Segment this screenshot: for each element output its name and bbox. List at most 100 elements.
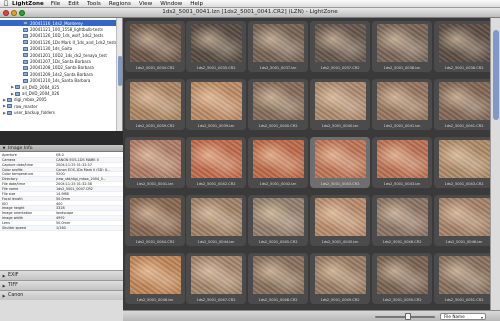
thumbnail[interactable]: 1ds2_5001_0038.lzn (372, 21, 432, 72)
folder-icon (7, 97, 12, 102)
disclosure-triangle-icon[interactable]: ▶ (0, 284, 8, 288)
thumbnail[interactable]: 1ds2_5001_0041.lzn (372, 79, 432, 130)
app-menu[interactable]: LightZone (12, 1, 44, 7)
tree-item[interactable]: 20041126_1Ds Mark II_1ds_and_1ds2_tests (18, 39, 117, 45)
tree-item[interactable]: ▶ raw_master (2, 103, 37, 109)
thumbnail[interactable]: 1ds2_5001_0049.CR2 (310, 253, 370, 304)
info-value: 50.0mm (56, 220, 71, 225)
tree-item-label: 20041116_1ds2_Monterey (30, 20, 83, 26)
tree-item[interactable]: 20041121_100_1558_lightbulb-tests (18, 26, 103, 32)
photo-image (315, 256, 366, 294)
thumbnail[interactable]: 1ds2_5001_0050.CR2 (372, 253, 432, 304)
menu-help[interactable]: Help (190, 1, 203, 7)
folder-icon (23, 53, 28, 58)
menu-view[interactable]: View (139, 1, 152, 7)
thumbnail[interactable]: 1ds2_5001_0034.CR2 (125, 21, 185, 72)
tree-item[interactable]: ▶ digi_mbox_2005 (2, 97, 47, 103)
thumbnail[interactable]: 1ds2_5001_0040.CR2 (248, 79, 308, 130)
thumbnail[interactable]: 1ds2_5001_0035.CR2 (186, 21, 246, 72)
apple-logo-icon[interactable]:  (0, 0, 12, 7)
tree-item[interactable]: 20041126_10D_1ds_wolf_1ds2_tests (18, 33, 103, 39)
grid-scrollbar-thumb[interactable] (493, 30, 499, 120)
tree-item[interactable]: ▶ all_DVD_2004_025 (10, 84, 59, 90)
section-tiff[interactable]: ▶ TIFF (0, 280, 123, 290)
folder-tree[interactable]: 20041116_1ds2_Monterey 20041121_100_1558_… (0, 18, 123, 131)
tree-item[interactable]: 20041116_1ds2_Monterey (0, 20, 117, 27)
info-value: landscape (56, 211, 74, 216)
tree-scrollbar[interactable] (116, 18, 122, 131)
thumbnail[interactable]: 1ds2_5001_0046.lzn (125, 253, 185, 304)
tree-item[interactable]: 20041210_1ds_Santa Barbara (18, 78, 90, 84)
thumbnail[interactable]: 1ds2_5001_0043.lzn (372, 137, 432, 188)
thumbnail[interactable]: 1ds2_5001_0044.CR2 (125, 195, 185, 246)
photo-image (253, 198, 304, 236)
thumbnail[interactable]: 1ds2_5001_0041.lzn (125, 137, 185, 188)
tree-item[interactable]: 20041209_1ds2_Santa Barbara (18, 71, 93, 77)
window-titlebar: 1ds2_5001_0041.lzn [1ds2_5001_0041.CR2] … (0, 8, 500, 18)
thumbnail[interactable]: 1ds2_5001_0037.lzn (248, 21, 308, 72)
tree-item-label: 20041126_10D_1ds_wolf_1ds2_tests (30, 33, 104, 39)
thumbnail[interactable]: 1ds2_5001_0042.CR2 (186, 137, 246, 188)
thumbnail[interactable]: 1ds2_5001_0040.lzn (310, 79, 370, 130)
thumbnail[interactable]: 1ds2_5001_0046.lzn (434, 195, 494, 246)
tree-item[interactable]: 20041208_10D2_Santa Barbara (18, 65, 94, 71)
thumbnail[interactable]: 1ds2_5001_0043.CR2 (434, 137, 494, 188)
info-value: 1/160 (56, 225, 66, 230)
image-info-title: Image Info (8, 145, 33, 151)
thumbnail[interactable]: 1ds2_5001_0045.CR2 (248, 195, 308, 246)
thumbnail-label: 1ds2_5001_0039.CR2 (135, 124, 175, 128)
menu-tools[interactable]: Tools (87, 1, 101, 7)
thumbnail[interactable]: 1ds2_5001_0039.CR2 (125, 79, 185, 130)
disclosure-triangle-icon[interactable]: ▼ (0, 146, 8, 150)
menu-edit[interactable]: Edit (68, 1, 79, 7)
thumbnail-label: 1ds2_5001_0046.lzn (445, 240, 483, 244)
thumbnail[interactable]: 1ds2_5001_0051.CR2 (434, 253, 494, 304)
thumbnail[interactable]: 1ds2_5001_0046.CR2 (372, 195, 432, 246)
thumbnail[interactable]: 1ds2_5001_0042.lzn (248, 137, 308, 188)
info-value: 2004:11:25 01:32:37 (56, 162, 92, 167)
section-canon[interactable]: ▶ Canon (0, 290, 123, 300)
thumbnail[interactable]: 1ds2_5001_0041.CR2 (434, 79, 494, 130)
disclosure-triangle-icon[interactable]: ▶ (0, 274, 8, 278)
tree-item-label: 20041210_1ds_Santa Barbara (30, 78, 91, 84)
tree-scrollbar-thumb[interactable] (118, 56, 122, 86)
thumbnail-label: 1ds2_5001_0041.lzn (383, 124, 421, 128)
folder-icon (23, 59, 28, 64)
thumbnail[interactable]: 1ds2_5001_0047.CR2 (186, 253, 246, 304)
thumbnail[interactable]: 1ds2_5001_0038.CR2 (434, 21, 494, 72)
disclosure-triangle-icon[interactable]: ▶ (0, 294, 8, 298)
photo-image (439, 140, 490, 178)
tree-item[interactable]: 20041201_10D2_1ds_ds2_tenaya_test (18, 52, 107, 58)
info-key: ISO (2, 201, 8, 206)
thumbnail[interactable]: 1ds2_5001_0045.lzn (310, 195, 370, 246)
thumbnail[interactable]: 1ds2_5001_0037.CR2 (310, 21, 370, 72)
menu-window[interactable]: Window (160, 1, 182, 7)
photo-image (253, 140, 304, 178)
thumbnail-label: 1ds2_5001_0041.CR2 (444, 124, 484, 128)
photo-image (253, 24, 304, 62)
info-key: File date/time (2, 182, 26, 186)
thumbnail[interactable]: 1ds2_5001_0044.lzn (186, 195, 246, 246)
thumbnail[interactable]: 1ds2_5001_0039.lzn (186, 79, 246, 130)
grid-scrollbar[interactable] (490, 18, 500, 310)
section-exif[interactable]: ▶ EXIF (0, 270, 123, 280)
browser-toolbar: File Name ▾ (123, 310, 500, 321)
tree-item[interactable]: 20041207_1Ds_Santa Barbara (18, 58, 91, 64)
thumbnail-label: 1ds2_5001_0043.lzn (383, 182, 421, 186)
tree-item[interactable]: ▶ all_DVD_2004_026 (10, 90, 59, 96)
info-row: Shutter speed 1/160 (0, 225, 123, 231)
thumbnail-size-knob[interactable] (405, 313, 411, 320)
thumbnail[interactable]: 1ds2_5001_0043.CR2 (310, 137, 370, 188)
thumbnail[interactable]: 1ds2_5001_0048.CR2 (248, 253, 308, 304)
chevron-down-icon: ▾ (480, 314, 483, 320)
sort-order-select[interactable]: File Name ▾ (440, 313, 486, 320)
thumbnail-label: 1ds2_5001_0045.lzn (321, 240, 359, 244)
thumbnail-label: 1ds2_5001_0037.lzn (259, 66, 297, 70)
section-tiff-label: TIFF (8, 283, 18, 288)
menu-file[interactable]: File (51, 1, 60, 7)
menu-regions[interactable]: Regions (109, 1, 131, 7)
image-info-header[interactable]: ▼ Image Info (0, 145, 123, 152)
thumbnail-grid[interactable]: 1ds2_5001_0034.CR2 1ds2_5001_0035.CR2 1ds2… (123, 18, 500, 310)
tree-item[interactable]: ▶ user_backup_folders (2, 110, 55, 116)
tree-item[interactable]: 20041130_1ds_Gaita (18, 46, 72, 52)
